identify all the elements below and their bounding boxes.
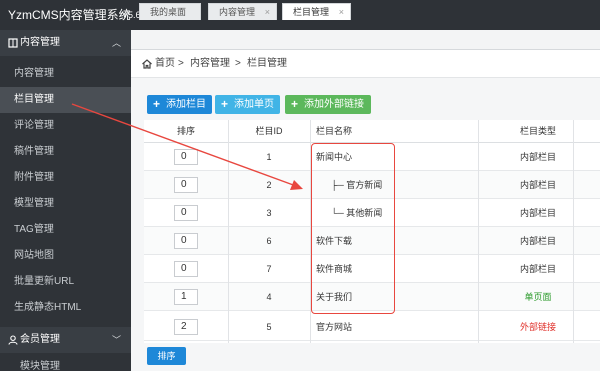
table-row: 2 5 官方网站 外部链接 (144, 313, 600, 341)
tab-label: 内容管理 (219, 7, 256, 17)
breadcrumb: 首页 > 内容管理 > 栏目管理 (131, 50, 600, 78)
tab-my-desktop[interactable]: 我的桌面 (139, 3, 201, 20)
category-type: 外部链接 (519, 322, 556, 332)
sidebar-item-attachments[interactable]: 附件管理 (0, 165, 131, 191)
category-id: 6 (266, 236, 272, 246)
header-category-type: 栏目类型 (519, 126, 556, 136)
sort-input[interactable]: 0 (174, 205, 198, 221)
sidebar-group-label: 内容管理 (20, 37, 60, 48)
tab-bar (131, 30, 600, 50)
category-type: 内部栏目 (519, 152, 556, 162)
book-icon (8, 38, 18, 48)
column-divider (478, 120, 479, 343)
sidebar-item-models[interactable]: 模型管理 (0, 191, 131, 217)
sort-input[interactable]: 2 (174, 319, 198, 335)
app-title: YzmCMS内容管理系统 (8, 8, 131, 22)
annotation-highlight-box (311, 143, 395, 314)
sidebar-group-members[interactable]: 会员管理 ﹀ (0, 327, 131, 353)
tab-content[interactable]: 内容管理 × (208, 3, 277, 20)
sidebar-group-label: 会员管理 (20, 334, 60, 345)
header-category-name: 栏目名称 (316, 126, 353, 136)
breadcrumb-content[interactable]: 内容管理 (190, 50, 230, 78)
category-type: 内部栏目 (519, 208, 556, 218)
sidebar-item-sitemap[interactable]: 网站地图 (0, 243, 131, 269)
breadcrumb-separator: > (235, 58, 241, 69)
breadcrumb-home[interactable]: 首页 (155, 50, 175, 78)
plus-icon: + (153, 97, 161, 111)
sidebar-group-label: 模块管理 (20, 361, 60, 371)
chevron-down-icon: ﹀ (111, 335, 121, 345)
add-external-link-button[interactable]: + 添加外部链接 (285, 95, 371, 114)
breadcrumb-separator: > (178, 58, 184, 69)
sort-input[interactable]: 0 (174, 177, 198, 193)
user-icon (8, 335, 18, 345)
tab-category[interactable]: 栏目管理 × (282, 3, 351, 20)
sidebar-item-comments[interactable]: 评论管理 (0, 113, 131, 139)
category-id: 5 (266, 322, 272, 332)
plus-icon: + (221, 97, 229, 111)
table-header: 排序 栏目ID 栏目名称 栏目类型 (144, 120, 600, 143)
category-type: 内部栏目 (519, 264, 556, 274)
category-id: 7 (266, 264, 272, 274)
sort-button[interactable]: 排序 (147, 347, 186, 365)
category-type: 内部栏目 (519, 236, 556, 246)
sidebar-item-tags[interactable]: TAG管理 (0, 217, 131, 243)
category-id: 1 (266, 152, 272, 162)
sort-input[interactable]: 0 (174, 261, 198, 277)
home-icon (142, 59, 152, 69)
sidebar-group-content[interactable]: 内容管理 ︿ (0, 30, 131, 56)
plus-icon: + (291, 97, 299, 111)
header-category-id: 栏目ID (255, 126, 283, 136)
category-id: 3 (266, 208, 272, 218)
tab-label: 栏目管理 (293, 7, 330, 17)
column-divider (573, 120, 574, 343)
chevron-up-icon: ︿ (111, 38, 121, 48)
tab-label: 我的桌面 (150, 7, 187, 17)
sort-input[interactable]: 0 (174, 149, 198, 165)
version-label: V5.6 (122, 10, 141, 20)
column-divider (228, 120, 229, 343)
add-page-button[interactable]: + 添加单页 (215, 95, 280, 114)
category-id: 2 (266, 180, 272, 190)
header-sort: 排序 (176, 126, 195, 136)
sidebar-item-update-url[interactable]: 批量更新URL (0, 269, 131, 295)
category-id: 4 (266, 292, 272, 302)
sidebar-item-category[interactable]: 栏目管理 (0, 87, 131, 113)
close-icon[interactable]: × (265, 4, 270, 20)
sidebar-item-static-html[interactable]: 生成静态HTML (0, 295, 131, 321)
add-external-link-label: 添加外部链接 (304, 99, 364, 110)
sort-input[interactable]: 0 (174, 233, 198, 249)
sidebar-group-modules[interactable]: 模块管理 (0, 356, 131, 371)
sidebar-item-manuscripts[interactable]: 稿件管理 (0, 139, 131, 165)
sort-input[interactable]: 1 (174, 289, 198, 305)
category-type: 内部栏目 (519, 180, 556, 190)
close-icon[interactable]: × (339, 4, 344, 20)
category-type: 单页面 (524, 292, 552, 302)
add-category-label: 添加栏目 (166, 99, 206, 110)
add-page-label: 添加单页 (234, 99, 274, 110)
category-name[interactable]: 官方网站 (316, 313, 352, 341)
breadcrumb-current: 栏目管理 (247, 58, 287, 69)
add-category-button[interactable]: + 添加栏目 (147, 95, 212, 114)
sidebar-item-content[interactable]: 内容管理 (0, 61, 131, 87)
